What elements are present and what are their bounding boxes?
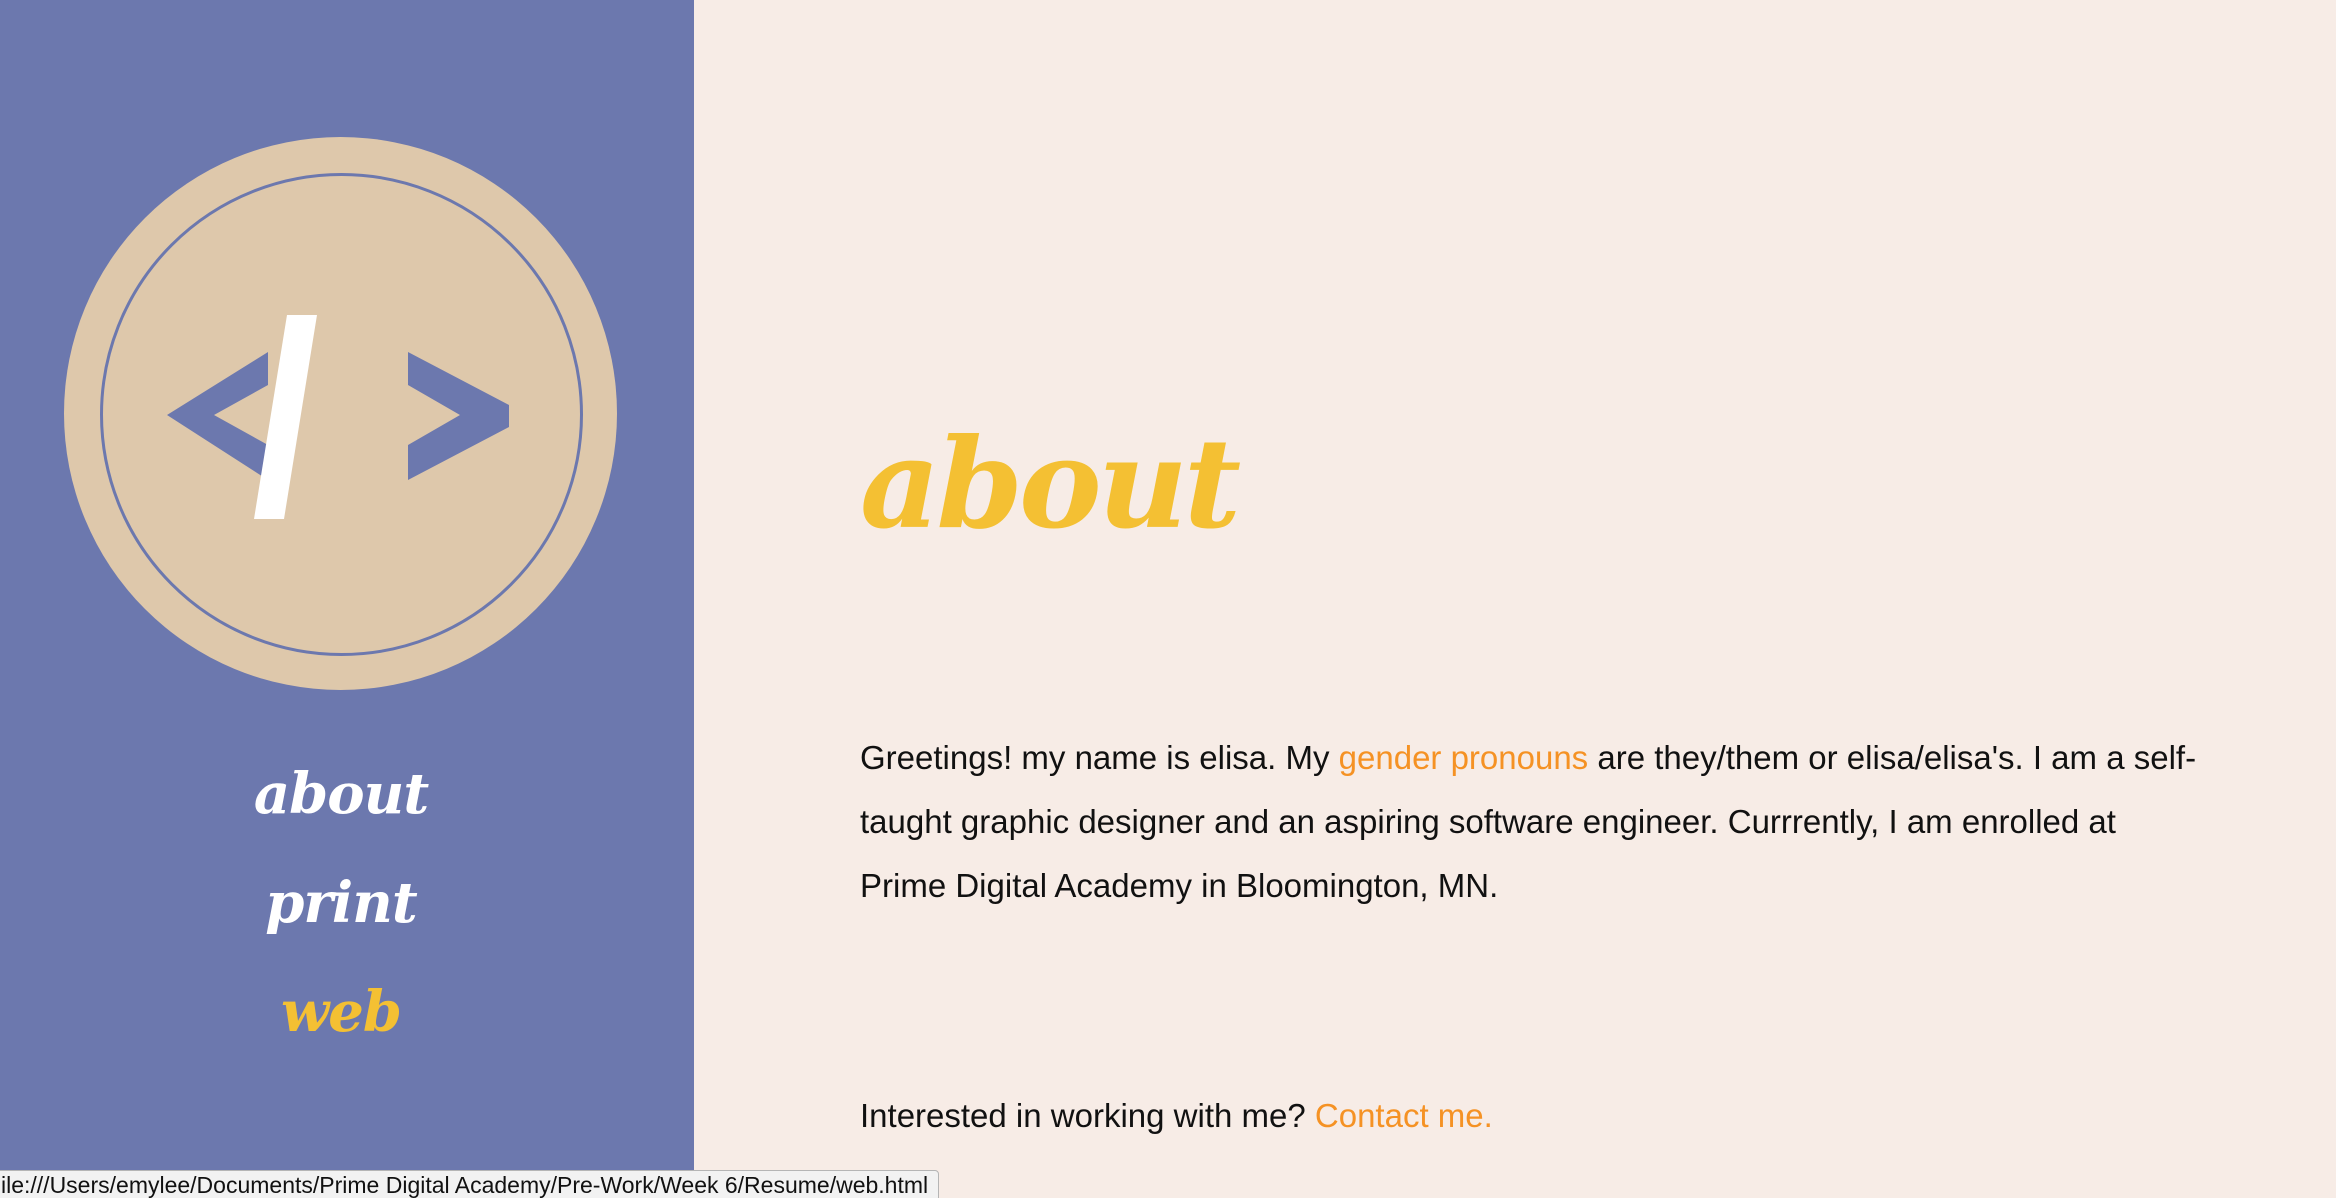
logo-badge — [64, 137, 617, 690]
contact-paragraph: Interested in working with me? Contact m… — [860, 1084, 2210, 1148]
page-title: about — [860, 412, 1241, 557]
intro-paragraph: Greetings! my name is elisa. My gender p… — [860, 726, 2210, 918]
contact-text: Interested in working with me? — [860, 1097, 1315, 1134]
intro-text-before: Greetings! my name is elisa. My — [860, 739, 1339, 776]
code-brackets-icon — [167, 315, 509, 519]
nav-item-web[interactable]: web — [0, 958, 682, 1067]
contact-link[interactable]: Contact me. — [1315, 1097, 1493, 1134]
nav-item-print[interactable]: print — [0, 849, 682, 958]
slash-glyph — [254, 315, 317, 519]
sidebar-nav: about print web — [0, 740, 682, 1067]
left-angle-bracket — [167, 352, 268, 480]
browser-status-bar: ile:///Users/emylee/Documents/Prime Digi… — [0, 1170, 940, 1198]
status-url: ile:///Users/emylee/Documents/Prime Digi… — [1, 1172, 929, 1198]
right-angle-bracket — [408, 352, 509, 480]
gender-pronouns-link[interactable]: gender pronouns — [1339, 739, 1589, 776]
page: about print web about Greetings! my name… — [0, 0, 2336, 1198]
nav-item-about[interactable]: about — [0, 740, 682, 849]
sidebar: about print web — [0, 0, 694, 1198]
